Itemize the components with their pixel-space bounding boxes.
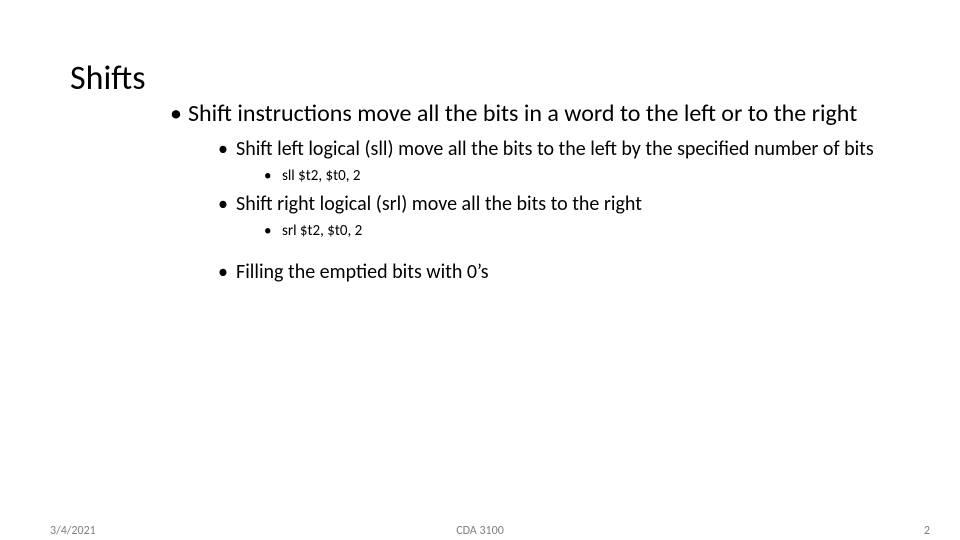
bullet-lvl1: Shift instructions move all the bits in … — [188, 100, 890, 284]
bullet-lvl3: sll $t2, $t0, 2 — [282, 167, 890, 187]
bullet-lvl2: Shift left logical (sll) move all the bi… — [236, 137, 890, 187]
bullet-text: Shift left logical (sll) move all the bi… — [236, 137, 874, 161]
bullet-list-lvl3: sll $t2, $t0, 2 — [266, 167, 890, 187]
footer-page-number: 2 — [924, 524, 930, 538]
bullet-lvl2: Filling the emptied bits with 0’s — [236, 260, 890, 284]
bullet-list-lvl1: Shift instructions move all the bits in … — [170, 100, 890, 284]
bullet-list-lvl2: Filling the emptied bits with 0’s — [218, 260, 890, 284]
slide-content: Shift instructions move all the bits in … — [170, 100, 890, 290]
bullet-text: Shift right logical (srl) move all the b… — [236, 192, 642, 216]
bullet-text: srl $t2, $t0, 2 — [282, 222, 362, 240]
bullet-lvl3: srl $t2, $t0, 2 — [282, 222, 890, 242]
slide: Shifts Shift instructions move all the b… — [0, 0, 960, 540]
bullet-text: Filling the emptied bits with 0’s — [236, 260, 489, 284]
bullet-lvl2: Shift right logical (srl) move all the b… — [236, 192, 890, 242]
slide-title: Shifts — [70, 58, 146, 99]
bullet-list-lvl3: srl $t2, $t0, 2 — [266, 222, 890, 242]
footer-course: CDA 3100 — [0, 524, 960, 538]
bullet-text: sll $t2, $t0, 2 — [282, 167, 360, 185]
bullet-text: Shift instructions move all the bits in … — [188, 99, 857, 128]
bullet-list-lvl2: Shift left logical (sll) move all the bi… — [218, 137, 890, 242]
